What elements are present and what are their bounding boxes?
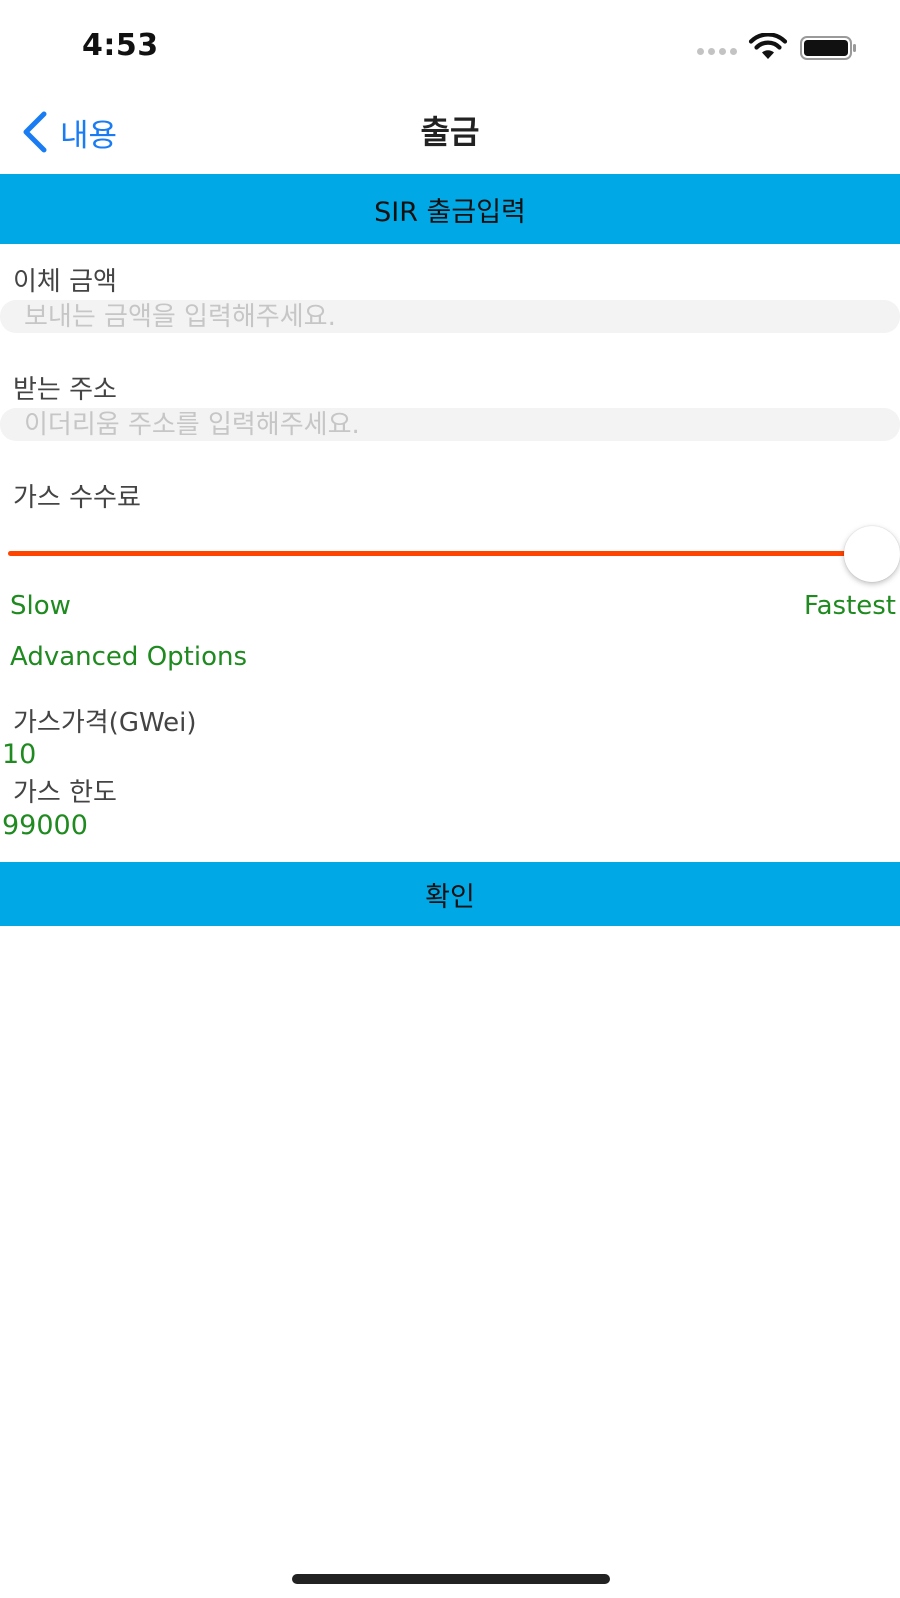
gas-limit-label: 가스 한도 [13, 778, 117, 808]
status-bar: 4:53 [0, 0, 900, 90]
navigation-bar: 출금 내용 [0, 96, 900, 168]
section-header: SIR 출금입력 [0, 174, 900, 244]
chevron-left-icon [23, 111, 47, 153]
battery-icon [800, 36, 856, 60]
amount-input[interactable] [0, 300, 900, 333]
slider-max-label: Fastest [804, 591, 896, 621]
slider-thumb[interactable] [844, 526, 900, 582]
slider-min-label: Slow [10, 591, 71, 621]
status-time: 4:53 [82, 28, 159, 63]
address-input[interactable] [0, 408, 900, 441]
back-button[interactable]: 내용 [18, 110, 117, 154]
advanced-options-toggle[interactable]: Advanced Options [10, 642, 247, 672]
gas-fee-label: 가스 수수료 [13, 483, 141, 513]
gas-price-label: 가스가격(GWei) [13, 708, 197, 738]
back-button-label: 내용 [60, 117, 118, 154]
gas-fee-slider[interactable] [8, 525, 900, 582]
gas-limit-value[interactable]: 99000 [2, 810, 88, 841]
address-label: 받는 주소 [13, 375, 117, 405]
gas-price-value[interactable]: 10 [2, 739, 36, 770]
slider-fill [8, 551, 872, 556]
wifi-icon [748, 33, 788, 59]
cellular-signal-icon [697, 48, 737, 56]
amount-label: 이체 금액 [13, 267, 117, 297]
home-indicator [292, 1574, 610, 1584]
confirm-button[interactable]: 확인 [0, 862, 900, 926]
page-title: 출금 [420, 113, 480, 151]
